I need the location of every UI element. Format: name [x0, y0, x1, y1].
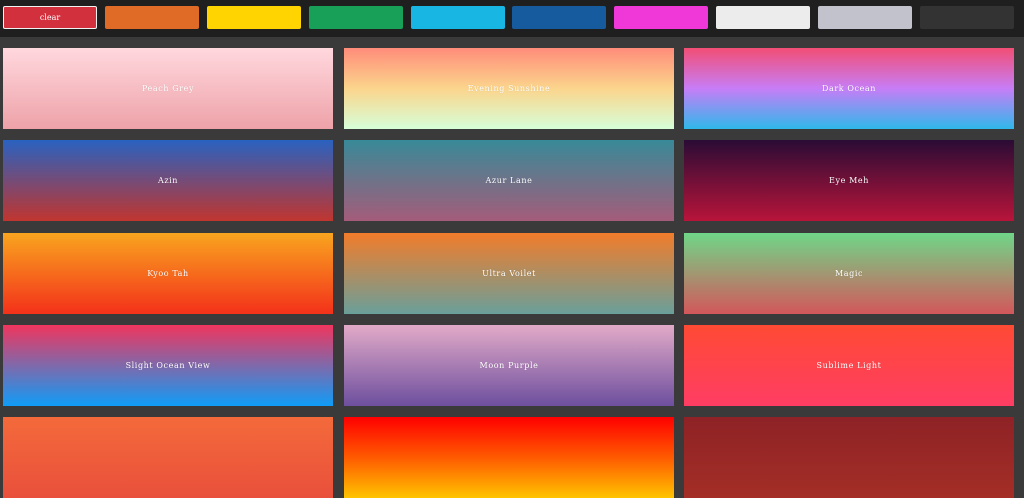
gradient-name: Eye Meh — [829, 176, 869, 185]
white-filter-swatch[interactable] — [716, 6, 810, 29]
grey-filter-swatch[interactable] — [818, 6, 912, 29]
gradient-card[interactable]: Evening Sunshine — [344, 48, 674, 129]
gradient-card[interactable] — [3, 417, 333, 498]
gradient-name: Sublime Light — [816, 361, 882, 370]
gradient-card[interactable]: Moon Purple — [344, 325, 674, 406]
clear-filter-button[interactable]: clear — [3, 6, 97, 29]
gradient-name: Ultra Voilet — [482, 269, 536, 278]
gradient-card[interactable]: Dark Ocean — [684, 48, 1014, 129]
gradient-name: Dark Ocean — [821, 84, 877, 93]
gradient-name: Moon Purple — [479, 361, 539, 370]
magenta-filter-swatch[interactable] — [614, 6, 708, 29]
gradient-grid: Peach Grey Evening Sunshine Dark Ocean A… — [0, 37, 1024, 498]
gradient-card[interactable]: Kyoo Tah — [3, 233, 333, 314]
gradient-card[interactable] — [684, 417, 1014, 498]
gradient-card[interactable]: Eye Meh — [684, 140, 1014, 221]
gradient-name: Magic — [834, 269, 864, 278]
yellow-filter-swatch[interactable] — [207, 6, 301, 29]
gradient-card[interactable]: Azin — [3, 140, 333, 221]
blue-filter-swatch[interactable] — [512, 6, 606, 29]
gradient-name: Slight Ocean View — [125, 361, 211, 370]
gradient-card[interactable]: Peach Grey — [3, 48, 333, 129]
color-filter-toolbar: clear — [0, 0, 1024, 37]
gradient-card[interactable]: Sublime Light — [684, 325, 1014, 406]
gradient-name: Kyoo Tah — [147, 269, 189, 278]
gradient-name: Peach Grey — [141, 84, 195, 93]
gradient-name: Evening Sunshine — [467, 84, 551, 93]
gradient-card[interactable]: Azur Lane — [344, 140, 674, 221]
black-filter-swatch[interactable] — [920, 6, 1014, 29]
gradient-card[interactable]: Magic — [684, 233, 1014, 314]
gradient-card[interactable]: Ultra Voilet — [344, 233, 674, 314]
orange-filter-swatch[interactable] — [105, 6, 199, 29]
gradient-name: Azur Lane — [485, 176, 533, 185]
cyan-filter-swatch[interactable] — [411, 6, 505, 29]
gradient-name: Azin — [157, 176, 179, 185]
green-filter-swatch[interactable] — [309, 6, 403, 29]
gradient-card[interactable]: Slight Ocean View — [3, 325, 333, 406]
gradient-card[interactable] — [344, 417, 674, 498]
